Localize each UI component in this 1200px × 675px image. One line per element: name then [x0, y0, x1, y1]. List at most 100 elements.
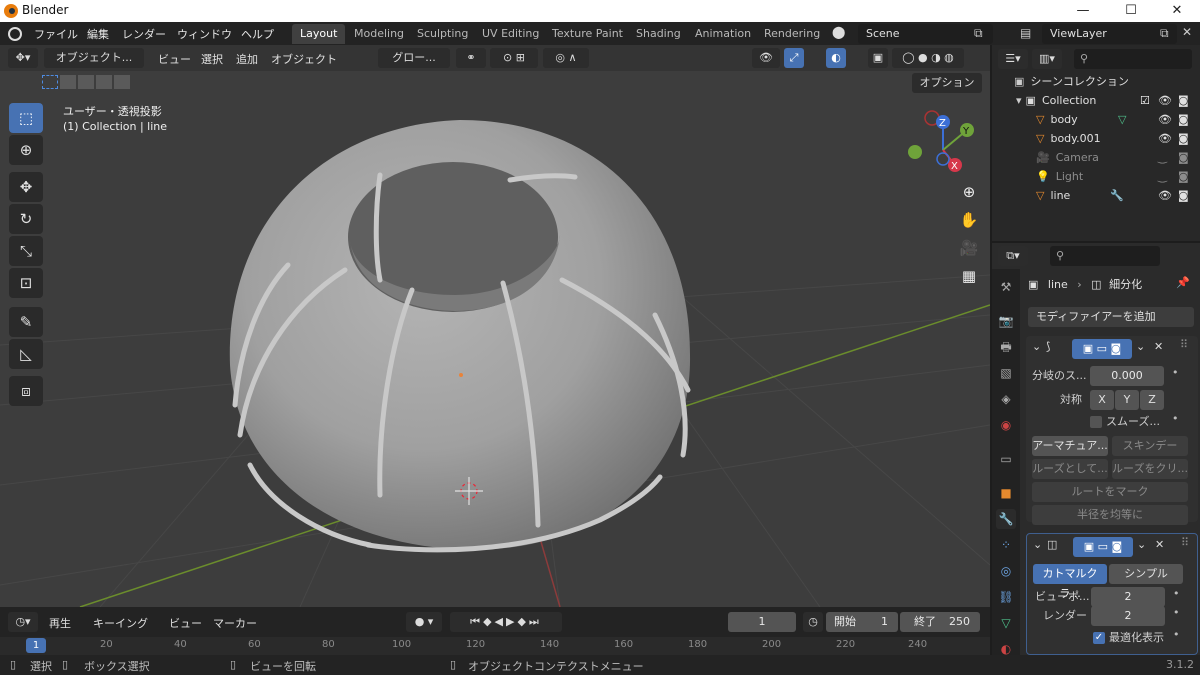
minimize-button[interactable]: —: [1060, 0, 1106, 22]
menu-select[interactable]: 選択: [201, 51, 223, 67]
scene-selector-icon[interactable]: ⬤: [832, 25, 854, 43]
outliner-item-light[interactable]: 💡 Light ‿ ◙: [992, 167, 1200, 186]
tab-layout[interactable]: Layout: [292, 24, 346, 44]
properties-editor-icon[interactable]: ⧉▾: [998, 246, 1028, 266]
camera-render-icon[interactable]: ◙: [1178, 129, 1189, 148]
remove-view-layer-icon[interactable]: ✕: [1182, 25, 1192, 39]
xray-toggle-icon[interactable]: ▣: [868, 48, 888, 68]
tab-sculpting[interactable]: Sculpting: [409, 24, 476, 44]
keyframe-dot-icon[interactable]: •: [1173, 606, 1180, 619]
properties-search-input[interactable]: ⚲: [1050, 246, 1160, 266]
menu-file[interactable]: ファイル: [34, 26, 78, 42]
symmetry-x-toggle[interactable]: X: [1090, 390, 1114, 410]
record-button[interactable]: ● ▾: [406, 612, 442, 632]
eye-icon[interactable]: 👁: [1158, 91, 1172, 110]
perspective-toggle-icon[interactable]: ▦: [956, 263, 982, 289]
timeline-menu-marker[interactable]: マーカー: [213, 615, 257, 631]
branch-smoothing-field[interactable]: 0.000: [1090, 366, 1164, 386]
mark-root-button[interactable]: ルートをマーク: [1032, 482, 1188, 502]
playhead[interactable]: 1: [26, 638, 46, 653]
outliner-collection[interactable]: ▾ ▣ Collection ☑ 👁 ◙: [992, 91, 1200, 110]
outliner-search-input[interactable]: ⚲: [1074, 49, 1192, 69]
particles-tab-icon[interactable]: ⁘: [996, 535, 1016, 555]
drag-handle-icon[interactable]: ⠿: [1181, 536, 1189, 549]
scene-tab-icon[interactable]: ◈: [996, 389, 1016, 409]
pivot-point-icon[interactable]: ⚭: [456, 48, 486, 68]
gizmo-toggle-icon[interactable]: ⤢: [784, 48, 804, 68]
preview-range-icon[interactable]: ◷: [803, 612, 823, 632]
scale-tool[interactable]: ⤡: [9, 236, 43, 266]
eye-icon[interactable]: 👁: [1158, 129, 1172, 148]
catmull-clark-toggle[interactable]: カトマルクラ...: [1033, 564, 1107, 600]
rotate-tool[interactable]: ↻: [9, 204, 43, 234]
menu-help[interactable]: ヘルプ: [241, 26, 274, 42]
outliner-item-body[interactable]: ▽ body ▽ 👁 ◙: [992, 110, 1200, 129]
menu-add[interactable]: 追加: [236, 51, 258, 67]
navigation-gizmo[interactable]: Z Y X: [905, 110, 980, 180]
menu-render[interactable]: レンダー: [122, 26, 166, 42]
playback-controls[interactable]: ⏮◆◀▶◆⏭: [450, 612, 562, 632]
keyframe-dot-icon[interactable]: •: [1173, 587, 1180, 600]
shading-mode-icons[interactable]: ◯ ● ◑ ◍: [892, 48, 964, 68]
annotate-tool[interactable]: ✎: [9, 307, 43, 337]
modifier-visibility-toggles[interactable]: ▣ ▭ ◙: [1073, 537, 1133, 557]
tab-rendering[interactable]: Rendering: [756, 24, 828, 44]
overlay-toggle-icon[interactable]: ◐: [826, 48, 846, 68]
camera-render-icon[interactable]: ◙: [1178, 148, 1189, 167]
camera-view-icon[interactable]: 🎥: [956, 235, 982, 261]
mark-loose-button[interactable]: ルーズとして...: [1032, 459, 1108, 479]
viewport-levels-field[interactable]: 2: [1091, 587, 1165, 607]
dropdown-chevron-icon[interactable]: ⌄: [1137, 538, 1146, 551]
outliner-item-body-001[interactable]: ▽ body.001 👁 ◙: [992, 129, 1200, 148]
camera-render-icon[interactable]: ◙: [1178, 91, 1189, 110]
tab-modeling[interactable]: Modeling: [346, 24, 412, 44]
physics-tab-icon[interactable]: ◎: [996, 561, 1016, 581]
view-layer-field[interactable]: ViewLayer: [1042, 24, 1177, 44]
clear-loose-button[interactable]: ルーズをクリ...: [1112, 459, 1188, 479]
new-view-layer-icon[interactable]: ⧉: [1160, 26, 1169, 41]
collapse-arrow-icon[interactable]: ⌄: [1033, 538, 1042, 551]
eye-icon[interactable]: 👁: [1158, 110, 1172, 129]
optimal-display-checkbox[interactable]: ✓: [1093, 632, 1105, 644]
symmetry-y-toggle[interactable]: Y: [1115, 390, 1139, 410]
blender-menu-icon[interactable]: [8, 27, 22, 41]
render-levels-field[interactable]: 2: [1091, 606, 1165, 626]
object-tab-icon[interactable]: ■: [996, 483, 1016, 503]
timeline-menu-keying[interactable]: キーイング: [93, 615, 148, 631]
add-modifier-dropdown[interactable]: モディファイアーを追加: [1028, 307, 1194, 327]
start-frame-field[interactable]: 開始 1: [826, 612, 898, 632]
modifier-visibility-toggles[interactable]: ▣ ▭ ◙: [1072, 339, 1132, 359]
outliner-editor-icon[interactable]: ☰▾: [998, 49, 1028, 69]
snap-icon[interactable]: ⊙ ⊞: [490, 48, 538, 68]
add-cube-tool[interactable]: ⧈: [9, 376, 43, 406]
select-mode-buttons[interactable]: [42, 75, 134, 91]
tab-shading[interactable]: Shading: [628, 24, 689, 44]
tab-animation[interactable]: Animation: [687, 24, 759, 44]
collapse-arrow-icon[interactable]: ⌄: [1032, 340, 1041, 353]
transform-tool[interactable]: ⊡: [9, 268, 43, 298]
visibility-icon[interactable]: 👁: [752, 48, 780, 68]
maximize-button[interactable]: ☐: [1108, 0, 1154, 22]
smooth-shading-checkbox[interactable]: [1090, 416, 1102, 428]
collection-tab-icon[interactable]: ▭: [996, 449, 1016, 469]
timeline-menu-view[interactable]: ビュー: [169, 615, 202, 631]
move-tool[interactable]: ✥: [9, 172, 43, 202]
pin-icon[interactable]: 📌: [1176, 276, 1190, 289]
world-tab-icon[interactable]: ◉: [996, 415, 1016, 435]
outliner-scene-collection[interactable]: ▣ シーンコレクション: [992, 72, 1200, 91]
menu-view[interactable]: ビュー: [158, 51, 191, 67]
symmetry-z-toggle[interactable]: Z: [1140, 390, 1164, 410]
measure-tool[interactable]: ◺: [9, 339, 43, 369]
close-window-button[interactable]: ✕: [1154, 0, 1200, 22]
zoom-icon[interactable]: ⊕: [956, 179, 982, 205]
eye-hidden-icon[interactable]: ‿: [1158, 148, 1167, 167]
timeline-editor-icon[interactable]: ◷▾: [8, 612, 38, 632]
tab-texture-paint[interactable]: Texture Paint: [544, 24, 631, 44]
camera-render-icon[interactable]: ◙: [1178, 186, 1189, 205]
display-mode-icon[interactable]: ▥▾: [1032, 49, 1062, 69]
equalize-radii-button[interactable]: 半径を均等に: [1032, 505, 1188, 525]
menu-object[interactable]: オブジェクト: [271, 51, 337, 67]
scene-field[interactable]: Scene: [858, 24, 993, 44]
view-layer-icon[interactable]: ▤: [1020, 26, 1031, 40]
eye-icon[interactable]: 👁: [1158, 186, 1172, 205]
